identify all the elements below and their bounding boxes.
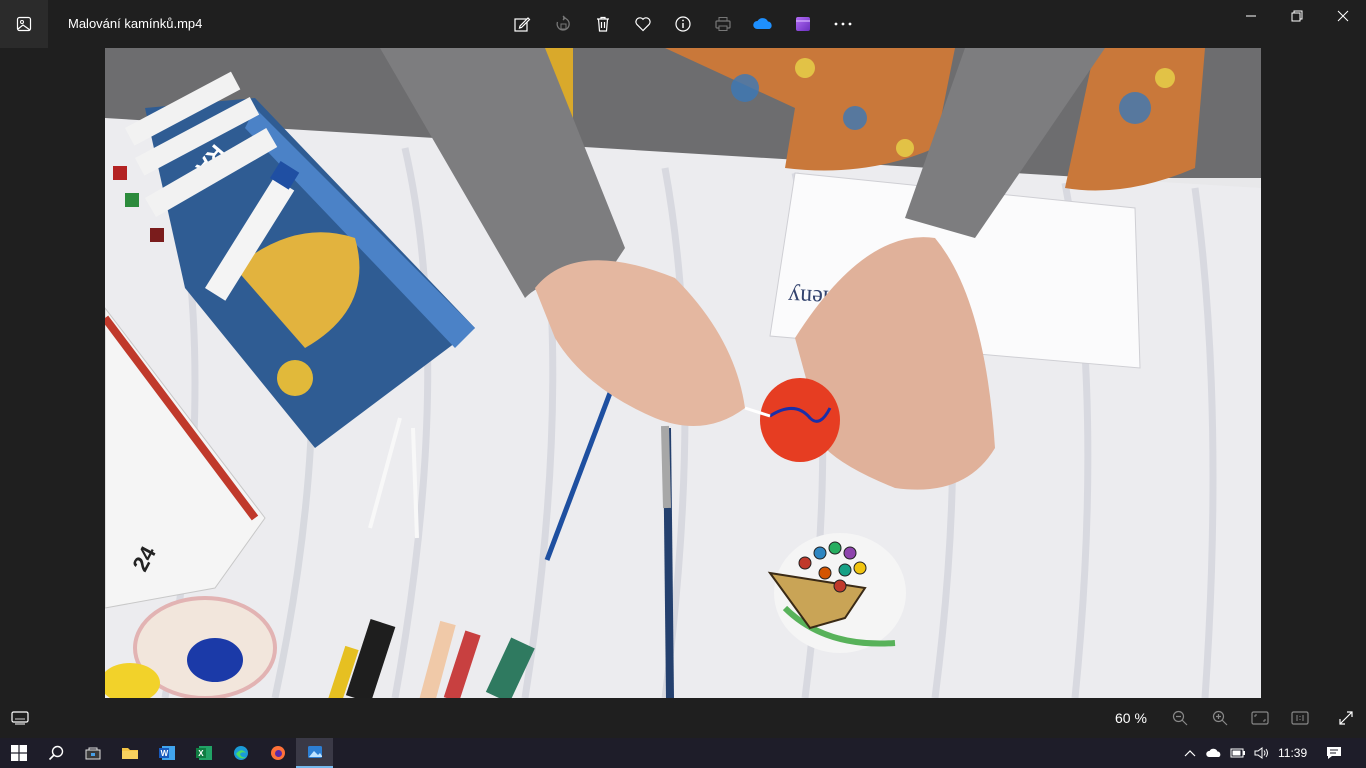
taskbar: W X 11:39: [0, 738, 1366, 768]
video-editor-icon: [796, 17, 810, 31]
delete-icon: [597, 16, 609, 32]
cloud-icon: [1206, 748, 1221, 757]
zoom-out-icon: [1172, 710, 1188, 726]
info-icon: [675, 16, 691, 32]
favorite-icon: [635, 17, 651, 32]
volume-icon: [1254, 747, 1268, 759]
info-button[interactable]: [667, 8, 699, 40]
taskbar-firefox[interactable]: [259, 738, 296, 768]
battery-tray[interactable]: [1227, 738, 1249, 768]
chevron-up-icon: [1184, 750, 1196, 757]
folder-icon: [121, 748, 138, 759]
taskbar-excel[interactable]: X: [185, 738, 222, 768]
more-button[interactable]: [827, 8, 859, 40]
delete-button[interactable]: [587, 8, 619, 40]
onedrive-icon: [753, 18, 772, 29]
rotate-button[interactable]: [547, 8, 579, 40]
svg-text:W: W: [160, 749, 168, 758]
battery-icon: [1230, 748, 1245, 758]
minimize-button[interactable]: [1228, 0, 1274, 32]
fit-to-window-button[interactable]: [1246, 704, 1274, 732]
video-frame-illustration: turince na kameny RA 10 24: [105, 48, 1261, 698]
svg-text:X: X: [198, 749, 204, 758]
actual-size-button[interactable]: [1286, 704, 1314, 732]
zoom-in-button[interactable]: [1206, 704, 1234, 732]
window-title: Malování kamínků.mp4: [68, 16, 203, 31]
edit-icon: [514, 17, 531, 32]
rotate-icon: [556, 15, 570, 31]
actual-size-icon: [1291, 711, 1309, 725]
onedrive-button[interactable]: [747, 8, 779, 40]
notification-center-button[interactable]: [1322, 738, 1346, 768]
photos-icon: [307, 746, 322, 758]
print-icon: [715, 17, 731, 31]
print-button[interactable]: [707, 8, 739, 40]
filmstrip-button[interactable]: [6, 704, 34, 732]
volume-tray[interactable]: [1251, 738, 1273, 768]
onedrive-tray[interactable]: [1203, 738, 1225, 768]
bottom-bar: 60 %: [0, 698, 1366, 738]
search-icon: [48, 745, 63, 761]
notification-icon: [1327, 747, 1341, 759]
taskbar-store[interactable]: [74, 738, 111, 768]
windows-logo-icon: [10, 745, 27, 761]
excel-icon: X: [195, 746, 212, 760]
favorite-button[interactable]: [627, 8, 659, 40]
more-icon: [834, 22, 852, 26]
expand-icon: [1339, 711, 1353, 725]
video-frame[interactable]: turince na kameny RA 10 24: [105, 48, 1261, 698]
fit-window-icon: [1251, 711, 1269, 725]
edit-button[interactable]: [506, 8, 538, 40]
search-button[interactable]: [37, 738, 74, 768]
clock[interactable]: 11:39: [1278, 738, 1307, 768]
photos-app-icon[interactable]: [0, 0, 48, 48]
title-bar: Malování kamínků.mp4: [0, 0, 1366, 48]
video-editor-button[interactable]: [787, 8, 819, 40]
taskbar-word[interactable]: W: [148, 738, 185, 768]
word-icon: W: [158, 746, 175, 760]
minimize-icon: [1246, 15, 1256, 17]
store-icon: [85, 747, 100, 760]
show-hidden-icons-button[interactable]: [1179, 738, 1201, 768]
restore-icon: [1291, 10, 1303, 22]
zoom-in-icon: [1212, 710, 1228, 726]
media-viewer: turince na kameny RA 10 24: [0, 48, 1366, 698]
firefox-icon: [270, 746, 285, 760]
filmstrip-icon: [11, 711, 29, 725]
edge-icon: [233, 746, 248, 760]
zoom-level: 60 %: [1115, 710, 1147, 726]
restore-button[interactable]: [1274, 0, 1320, 32]
start-button[interactable]: [0, 738, 37, 768]
zoom-out-button[interactable]: [1166, 704, 1194, 732]
fullscreen-button[interactable]: [1332, 704, 1360, 732]
close-button[interactable]: [1320, 0, 1366, 32]
taskbar-edge[interactable]: [222, 738, 259, 768]
taskbar-file-explorer[interactable]: [111, 738, 148, 768]
close-icon: [1337, 10, 1349, 22]
taskbar-photos[interactable]: [296, 738, 333, 768]
